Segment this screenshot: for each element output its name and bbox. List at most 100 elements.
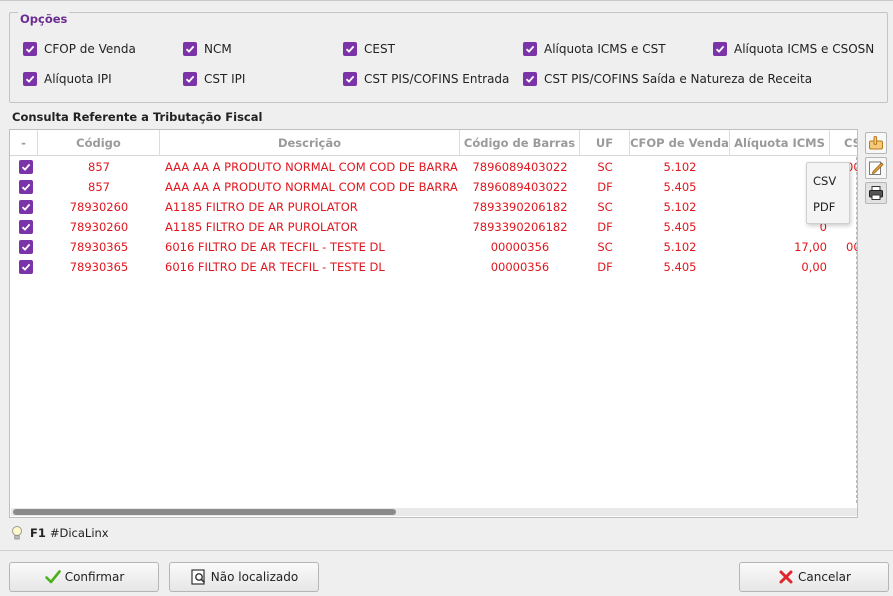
horizontal-scrollbar[interactable] [11,508,857,516]
checkbox-checked-icon[interactable] [19,160,33,174]
grid-column-divider [856,157,857,503]
cell-cfop: 5.102 [663,200,697,214]
checkbox-checked-icon[interactable] [19,180,33,194]
cell-codigo-barras: 7893390206182 [472,200,568,214]
checkbox-checked-icon[interactable] [343,72,357,86]
cell-descricao: 6016 FILTRO DE AR TECFIL - TESTE DL [165,260,385,274]
cell-cfop: 5.405 [663,180,697,194]
column-header-codigo-barras[interactable]: Código de Barras [460,130,580,156]
option-aliquota-icms-csosn[interactable]: Alíquota ICMS e CSOSN [713,41,874,57]
window-top-border [0,0,893,1]
close-icon [779,570,793,584]
cell-uf: SC [597,160,613,174]
tip-bar: F1 #DicaLinx [10,525,109,541]
table-row[interactable]: 857 AAA AA A PRODUTO NORMAL COM COD DE B… [10,177,857,197]
edit-icon [869,161,884,175]
option-aliquota-ipi[interactable]: Alíquota IPI [23,71,112,87]
option-label: NCM [204,42,232,56]
option-cst-pis-cofins-entrada[interactable]: CST PIS/COFINS Entrada [343,71,509,87]
option-cst-ipi[interactable]: CST IPI [183,71,245,87]
cell-cfop: 5.405 [663,220,697,234]
checkbox-checked-icon[interactable] [523,72,537,86]
cell-aliquota-icms: 0,00 [801,260,827,274]
cancel-button-label: Cancelar [798,570,851,584]
export-menu: CSV PDF [806,162,850,224]
table-row[interactable]: 78930260 A1185 FILTRO DE AR PUROLATOR 78… [10,197,857,217]
option-cest[interactable]: CEST [343,41,395,57]
menu-item-pdf[interactable]: PDF [813,200,835,214]
checkbox-checked-icon[interactable] [343,42,357,56]
results-grid[interactable]: - Código Descrição Código de Barras UF C… [9,129,858,518]
option-aliquota-icms-cst[interactable]: Alíquota ICMS e CST [523,41,666,57]
table-row[interactable]: 857 AAA AA A PRODUTO NORMAL COM COD DE B… [10,157,857,177]
footer-separator [0,550,893,551]
cell-uf: SC [597,240,613,254]
column-header-select[interactable]: - [10,130,38,156]
checkbox-checked-icon[interactable] [183,42,197,56]
table-row[interactable]: 78930365 6016 FILTRO DE AR TECFIL - TEST… [10,237,857,257]
option-cst-pis-cofins-saida[interactable]: CST PIS/COFINS Saída e Natureza de Recei… [523,71,812,87]
select-button[interactable] [865,132,887,154]
option-label: CFOP de Venda [44,42,136,56]
cell-codigo-barras: 7893390206182 [472,220,568,234]
column-header-descricao[interactable]: Descrição [160,130,460,156]
column-header-aliquota-icms[interactable]: Alíquota ICMS [730,130,830,156]
column-header-uf[interactable]: UF [580,130,630,156]
cell-uf: DF [597,220,613,234]
checkbox-checked-icon[interactable] [713,42,727,56]
option-label: Alíquota IPI [44,72,112,86]
confirm-button[interactable]: Confirmar [9,562,159,592]
not-found-button[interactable]: Não localizado [169,562,319,592]
cell-codigo-barras: 7896089403022 [472,160,568,174]
tip-key: F1 [30,526,46,540]
hand-pointer-icon [869,136,883,150]
checkbox-checked-icon[interactable] [183,72,197,86]
option-label: Alíquota ICMS e CST [544,42,666,56]
column-header-cfop[interactable]: CFOP de Venda [630,130,730,156]
lightbulb-icon [12,526,22,540]
cell-codigo: 857 [88,180,110,194]
cell-codigo-barras: 00000356 [490,260,550,274]
column-header-cs[interactable]: CS [830,130,857,156]
checkbox-checked-icon[interactable] [19,260,33,274]
option-label: CEST [364,42,395,56]
checkbox-checked-icon[interactable] [23,42,37,56]
not-found-button-label: Não localizado [210,570,299,584]
options-legend: Opções [18,12,70,26]
print-button[interactable] [865,182,887,204]
table-row[interactable]: 78930260 A1185 FILTRO DE AR PUROLATOR 78… [10,217,857,237]
cell-codigo: 78930260 [69,220,129,234]
column-header-codigo[interactable]: Código [38,130,160,156]
checkbox-checked-icon[interactable] [19,240,33,254]
checkbox-checked-icon[interactable] [523,42,537,56]
options-group [9,12,888,103]
checkbox-checked-icon[interactable] [23,72,37,86]
cell-aliquota-icms: 17,00 [794,240,827,254]
option-label: CST PIS/COFINS Saída e Natureza de Recei… [544,72,813,86]
cell-cfop: 5.405 [663,260,697,274]
cell-codigo-barras: 7896089403022 [472,180,568,194]
cell-descricao: A1185 FILTRO DE AR PUROLATOR [165,220,358,234]
menu-item-csv[interactable]: CSV [813,174,836,188]
option-ncm[interactable]: NCM [183,41,232,57]
cell-cfop: 5.102 [663,240,697,254]
option-label: CST PIS/COFINS Entrada [364,72,510,86]
tip-text[interactable]: #DicaLinx [50,526,109,540]
checkbox-checked-icon[interactable] [19,200,33,214]
print-icon [869,186,883,200]
cell-descricao: AAA AA A PRODUTO NORMAL COM COD DE BARRA… [165,180,460,194]
grid-header: - Código Descrição Código de Barras UF C… [10,130,857,156]
checkbox-checked-icon[interactable] [19,220,33,234]
search-document-icon [191,569,205,585]
cell-codigo: 78930365 [69,260,129,274]
scrollbar-thumb[interactable] [13,509,396,515]
cancel-button[interactable]: Cancelar [739,562,889,592]
cell-uf: SC [597,200,613,214]
cell-uf: DF [597,260,613,274]
option-label: Alíquota ICMS e CSOSN [734,42,875,56]
edit-button[interactable] [865,157,887,179]
cell-codigo: 78930260 [69,200,129,214]
table-row[interactable]: 78930365 6016 FILTRO DE AR TECFIL - TEST… [10,257,857,277]
check-icon [44,570,61,584]
option-cfop-venda[interactable]: CFOP de Venda [23,41,136,57]
